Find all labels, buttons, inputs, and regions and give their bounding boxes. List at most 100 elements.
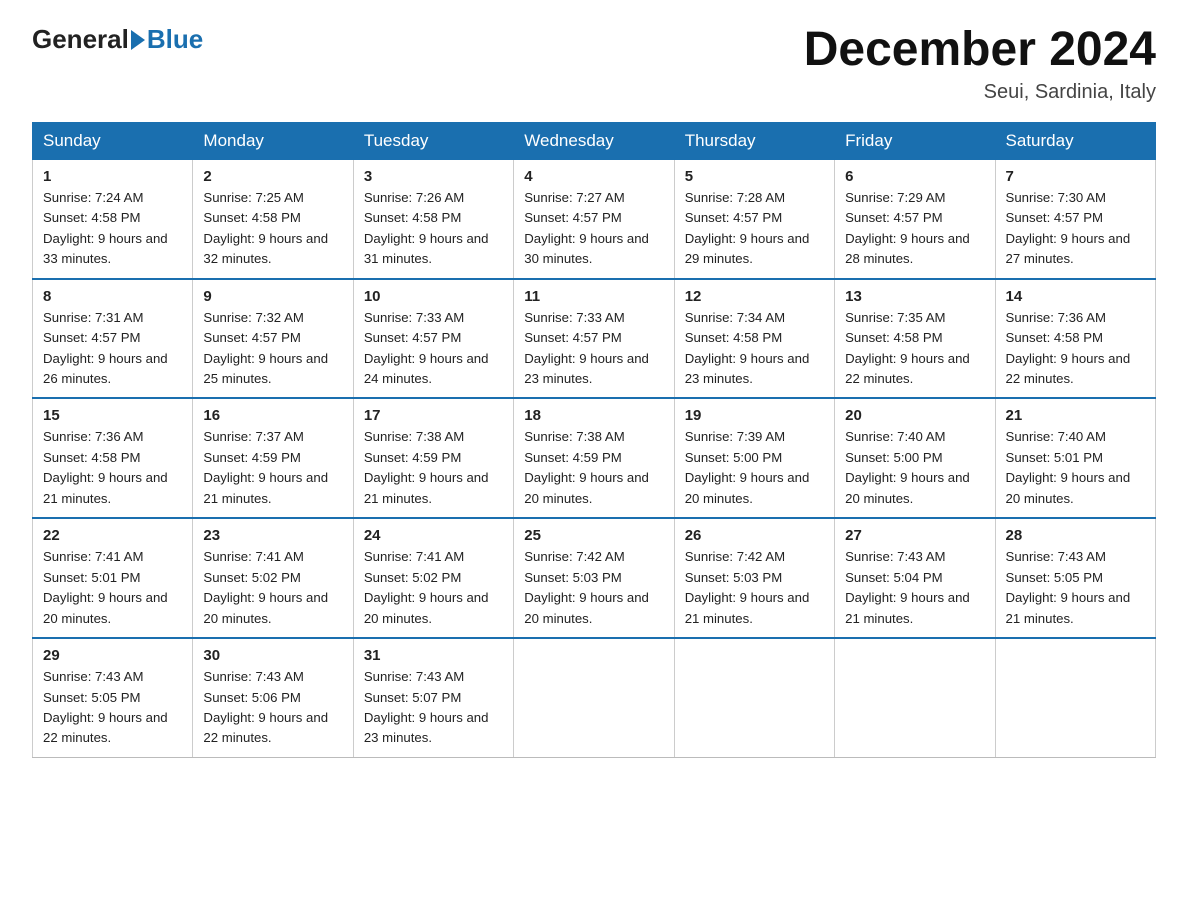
day-number: 9 <box>203 288 342 305</box>
day-info: Sunrise: 7:24 AMSunset: 4:58 PMDaylight:… <box>43 188 182 270</box>
calendar-week-row: 1 Sunrise: 7:24 AMSunset: 4:58 PMDayligh… <box>33 159 1156 278</box>
header-friday: Friday <box>835 122 995 159</box>
table-row: 15 Sunrise: 7:36 AMSunset: 4:58 PMDaylig… <box>33 398 193 518</box>
day-info: Sunrise: 7:36 AMSunset: 4:58 PMDaylight:… <box>43 427 182 509</box>
day-number: 18 <box>524 407 663 424</box>
day-info: Sunrise: 7:41 AMSunset: 5:02 PMDaylight:… <box>364 547 503 629</box>
day-number: 20 <box>845 407 984 424</box>
day-number: 29 <box>43 647 182 664</box>
table-row <box>514 638 674 757</box>
day-number: 30 <box>203 647 342 664</box>
day-info: Sunrise: 7:25 AMSunset: 4:58 PMDaylight:… <box>203 188 342 270</box>
day-info: Sunrise: 7:35 AMSunset: 4:58 PMDaylight:… <box>845 308 984 390</box>
day-info: Sunrise: 7:39 AMSunset: 5:00 PMDaylight:… <box>685 427 824 509</box>
day-number: 21 <box>1006 407 1145 424</box>
day-info: Sunrise: 7:41 AMSunset: 5:02 PMDaylight:… <box>203 547 342 629</box>
table-row: 13 Sunrise: 7:35 AMSunset: 4:58 PMDaylig… <box>835 279 995 399</box>
day-info: Sunrise: 7:43 AMSunset: 5:05 PMDaylight:… <box>43 667 182 749</box>
day-number: 6 <box>845 168 984 185</box>
day-number: 8 <box>43 288 182 305</box>
day-info: Sunrise: 7:43 AMSunset: 5:04 PMDaylight:… <box>845 547 984 629</box>
table-row: 26 Sunrise: 7:42 AMSunset: 5:03 PMDaylig… <box>674 518 834 638</box>
day-info: Sunrise: 7:41 AMSunset: 5:01 PMDaylight:… <box>43 547 182 629</box>
weekday-header-row: Sunday Monday Tuesday Wednesday Thursday… <box>33 122 1156 159</box>
table-row: 10 Sunrise: 7:33 AMSunset: 4:57 PMDaylig… <box>353 279 513 399</box>
day-info: Sunrise: 7:28 AMSunset: 4:57 PMDaylight:… <box>685 188 824 270</box>
day-number: 11 <box>524 288 663 305</box>
table-row: 12 Sunrise: 7:34 AMSunset: 4:58 PMDaylig… <box>674 279 834 399</box>
table-row: 7 Sunrise: 7:30 AMSunset: 4:57 PMDayligh… <box>995 159 1155 278</box>
day-number: 16 <box>203 407 342 424</box>
day-number: 17 <box>364 407 503 424</box>
day-info: Sunrise: 7:27 AMSunset: 4:57 PMDaylight:… <box>524 188 663 270</box>
table-row: 20 Sunrise: 7:40 AMSunset: 5:00 PMDaylig… <box>835 398 995 518</box>
day-number: 10 <box>364 288 503 305</box>
day-info: Sunrise: 7:31 AMSunset: 4:57 PMDaylight:… <box>43 308 182 390</box>
day-info: Sunrise: 7:42 AMSunset: 5:03 PMDaylight:… <box>524 547 663 629</box>
table-row: 9 Sunrise: 7:32 AMSunset: 4:57 PMDayligh… <box>193 279 353 399</box>
table-row: 22 Sunrise: 7:41 AMSunset: 5:01 PMDaylig… <box>33 518 193 638</box>
header-wednesday: Wednesday <box>514 122 674 159</box>
table-row: 19 Sunrise: 7:39 AMSunset: 5:00 PMDaylig… <box>674 398 834 518</box>
table-row: 4 Sunrise: 7:27 AMSunset: 4:57 PMDayligh… <box>514 159 674 278</box>
table-row: 18 Sunrise: 7:38 AMSunset: 4:59 PMDaylig… <box>514 398 674 518</box>
day-number: 2 <box>203 168 342 185</box>
table-row: 5 Sunrise: 7:28 AMSunset: 4:57 PMDayligh… <box>674 159 834 278</box>
day-info: Sunrise: 7:29 AMSunset: 4:57 PMDaylight:… <box>845 188 984 270</box>
table-row: 28 Sunrise: 7:43 AMSunset: 5:05 PMDaylig… <box>995 518 1155 638</box>
table-row: 24 Sunrise: 7:41 AMSunset: 5:02 PMDaylig… <box>353 518 513 638</box>
day-number: 27 <box>845 527 984 544</box>
logo-general-text: General <box>32 24 129 55</box>
page-header: General Blue December 2024 Seui, Sardini… <box>32 24 1156 104</box>
day-number: 24 <box>364 527 503 544</box>
day-number: 28 <box>1006 527 1145 544</box>
table-row: 31 Sunrise: 7:43 AMSunset: 5:07 PMDaylig… <box>353 638 513 757</box>
day-number: 25 <box>524 527 663 544</box>
table-row: 21 Sunrise: 7:40 AMSunset: 5:01 PMDaylig… <box>995 398 1155 518</box>
table-row <box>835 638 995 757</box>
calendar-subtitle: Seui, Sardinia, Italy <box>804 81 1156 104</box>
day-number: 31 <box>364 647 503 664</box>
table-row: 3 Sunrise: 7:26 AMSunset: 4:58 PMDayligh… <box>353 159 513 278</box>
table-row: 29 Sunrise: 7:43 AMSunset: 5:05 PMDaylig… <box>33 638 193 757</box>
day-info: Sunrise: 7:26 AMSunset: 4:58 PMDaylight:… <box>364 188 503 270</box>
header-thursday: Thursday <box>674 122 834 159</box>
title-block: December 2024 Seui, Sardinia, Italy <box>804 24 1156 104</box>
day-number: 1 <box>43 168 182 185</box>
day-number: 13 <box>845 288 984 305</box>
header-sunday: Sunday <box>33 122 193 159</box>
day-info: Sunrise: 7:37 AMSunset: 4:59 PMDaylight:… <box>203 427 342 509</box>
header-monday: Monday <box>193 122 353 159</box>
day-number: 19 <box>685 407 824 424</box>
day-info: Sunrise: 7:30 AMSunset: 4:57 PMDaylight:… <box>1006 188 1145 270</box>
day-info: Sunrise: 7:40 AMSunset: 5:01 PMDaylight:… <box>1006 427 1145 509</box>
table-row: 2 Sunrise: 7:25 AMSunset: 4:58 PMDayligh… <box>193 159 353 278</box>
table-row: 30 Sunrise: 7:43 AMSunset: 5:06 PMDaylig… <box>193 638 353 757</box>
calendar-week-row: 8 Sunrise: 7:31 AMSunset: 4:57 PMDayligh… <box>33 279 1156 399</box>
table-row: 8 Sunrise: 7:31 AMSunset: 4:57 PMDayligh… <box>33 279 193 399</box>
header-saturday: Saturday <box>995 122 1155 159</box>
day-number: 14 <box>1006 288 1145 305</box>
calendar-week-row: 29 Sunrise: 7:43 AMSunset: 5:05 PMDaylig… <box>33 638 1156 757</box>
day-number: 3 <box>364 168 503 185</box>
table-row: 27 Sunrise: 7:43 AMSunset: 5:04 PMDaylig… <box>835 518 995 638</box>
day-info: Sunrise: 7:40 AMSunset: 5:00 PMDaylight:… <box>845 427 984 509</box>
table-row: 6 Sunrise: 7:29 AMSunset: 4:57 PMDayligh… <box>835 159 995 278</box>
logo-arrow-icon <box>131 30 145 50</box>
calendar-title: December 2024 <box>804 24 1156 77</box>
table-row <box>995 638 1155 757</box>
day-info: Sunrise: 7:34 AMSunset: 4:58 PMDaylight:… <box>685 308 824 390</box>
day-info: Sunrise: 7:38 AMSunset: 4:59 PMDaylight:… <box>364 427 503 509</box>
logo-blue-text: Blue <box>147 24 203 55</box>
day-number: 7 <box>1006 168 1145 185</box>
day-info: Sunrise: 7:38 AMSunset: 4:59 PMDaylight:… <box>524 427 663 509</box>
table-row: 11 Sunrise: 7:33 AMSunset: 4:57 PMDaylig… <box>514 279 674 399</box>
day-number: 22 <box>43 527 182 544</box>
table-row: 17 Sunrise: 7:38 AMSunset: 4:59 PMDaylig… <box>353 398 513 518</box>
day-info: Sunrise: 7:33 AMSunset: 4:57 PMDaylight:… <box>524 308 663 390</box>
table-row: 25 Sunrise: 7:42 AMSunset: 5:03 PMDaylig… <box>514 518 674 638</box>
day-info: Sunrise: 7:32 AMSunset: 4:57 PMDaylight:… <box>203 308 342 390</box>
day-number: 5 <box>685 168 824 185</box>
calendar-table: Sunday Monday Tuesday Wednesday Thursday… <box>32 122 1156 758</box>
table-row: 16 Sunrise: 7:37 AMSunset: 4:59 PMDaylig… <box>193 398 353 518</box>
